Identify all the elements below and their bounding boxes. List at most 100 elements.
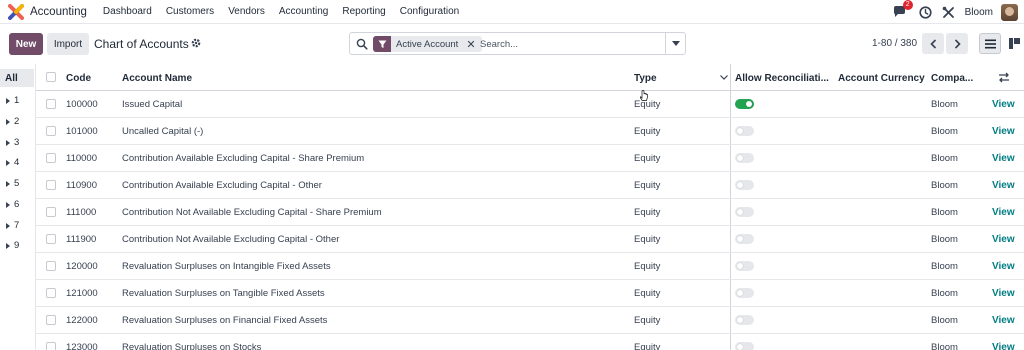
- cell-code[interactable]: 121000: [66, 288, 98, 299]
- reconcile-toggle[interactable]: [735, 99, 754, 109]
- active-account-facet[interactable]: Active Account ✕: [373, 36, 482, 52]
- sidebar-item-5[interactable]: 5: [6, 178, 19, 189]
- cell-company[interactable]: Bloom: [931, 315, 958, 326]
- cell-account-name[interactable]: Uncalled Capital (-): [122, 126, 203, 137]
- accounting-logo-icon[interactable]: [8, 3, 24, 20]
- pager-next-button[interactable]: [946, 33, 968, 54]
- app-name[interactable]: Accounting: [30, 6, 87, 18]
- facet-remove-icon[interactable]: ✕: [466, 38, 475, 51]
- kanban-view-button[interactable]: [1003, 33, 1024, 54]
- cell-company[interactable]: Bloom: [931, 153, 958, 164]
- cell-company[interactable]: Bloom: [931, 342, 958, 350]
- menu-accounting[interactable]: Accounting: [279, 6, 328, 17]
- table-row[interactable]: 100000 Issued Capital Equity Bloom View: [36, 91, 1024, 118]
- new-button[interactable]: New: [9, 33, 43, 55]
- cell-company[interactable]: Bloom: [931, 126, 958, 137]
- sidebar-item-1[interactable]: 1: [6, 95, 19, 106]
- row-checkbox[interactable]: [46, 342, 56, 350]
- row-checkbox[interactable]: [46, 207, 56, 217]
- column-header-type[interactable]: Type: [634, 73, 657, 84]
- cell-type[interactable]: Equity: [634, 180, 660, 191]
- sidebar-item-all[interactable]: All: [0, 69, 34, 87]
- chat-icon[interactable]: 2: [893, 0, 913, 19]
- cell-code[interactable]: 100000: [66, 99, 98, 110]
- table-row[interactable]: 120000 Revaluation Surpluses on Intangibl…: [36, 253, 1024, 280]
- cell-company[interactable]: Bloom: [931, 99, 958, 110]
- cell-type[interactable]: Equity: [634, 261, 660, 272]
- reconcile-toggle[interactable]: [735, 288, 754, 298]
- row-checkbox[interactable]: [46, 99, 56, 109]
- table-row[interactable]: 122000 Revaluation Surpluses on Financial…: [36, 307, 1024, 334]
- table-row[interactable]: 121000 Revaluation Surpluses on Tangible …: [36, 280, 1024, 307]
- column-header-allow-reconciliation[interactable]: Allow Reconciliati...: [735, 73, 829, 84]
- column-header-code[interactable]: Code: [66, 73, 91, 84]
- cell-type[interactable]: Equity: [634, 315, 660, 326]
- row-checkbox[interactable]: [46, 315, 56, 325]
- search-bar[interactable]: Active Account ✕: [349, 32, 686, 55]
- sidebar-item-7[interactable]: 7: [6, 220, 19, 231]
- cell-company[interactable]: Bloom: [931, 288, 958, 299]
- search-input[interactable]: [480, 36, 660, 52]
- cell-company[interactable]: Bloom: [931, 261, 958, 272]
- view-button[interactable]: View: [992, 315, 1015, 326]
- import-button[interactable]: Import: [47, 33, 89, 55]
- column-header-account-currency[interactable]: Account Currency: [838, 73, 925, 84]
- cell-type[interactable]: Equity: [634, 126, 660, 137]
- tools-icon[interactable]: [942, 6, 955, 19]
- cell-account-name[interactable]: Revaluation Surpluses on Financial Fixed…: [122, 315, 327, 326]
- cell-account-name[interactable]: Contribution Not Available Excluding Cap…: [122, 207, 382, 218]
- company-switcher[interactable]: Bloom: [965, 7, 993, 18]
- view-button[interactable]: View: [992, 153, 1015, 164]
- column-header-company[interactable]: Compa...: [931, 73, 973, 84]
- cell-code[interactable]: 123000: [66, 342, 98, 350]
- reconcile-toggle[interactable]: [735, 207, 754, 217]
- menu-dashboard[interactable]: Dashboard: [103, 6, 152, 17]
- view-button[interactable]: View: [992, 126, 1015, 137]
- cell-account-name[interactable]: Contribution Available Excluding Capital…: [122, 180, 322, 191]
- cell-type[interactable]: Equity: [634, 234, 660, 245]
- table-row[interactable]: 101000 Uncalled Capital (-) Equity Bloom Vie…: [36, 118, 1024, 145]
- search-options-toggle[interactable]: [665, 33, 685, 54]
- column-header-account-name[interactable]: Account Name: [122, 73, 192, 84]
- menu-configuration[interactable]: Configuration: [400, 6, 459, 17]
- cell-type[interactable]: Equity: [634, 342, 660, 350]
- cell-account-name[interactable]: Revaluation Surpluses on Intangible Fixe…: [122, 261, 331, 272]
- sidebar-item-4[interactable]: 4: [6, 157, 19, 168]
- table-row[interactable]: 123000 Revaluation Surpluses on Stocks Equ…: [36, 334, 1024, 350]
- select-all-checkbox[interactable]: [46, 72, 56, 82]
- reconcile-toggle[interactable]: [735, 126, 754, 136]
- sidebar-item-6[interactable]: 6: [6, 199, 19, 210]
- reconcile-toggle[interactable]: [735, 180, 754, 190]
- reconcile-toggle[interactable]: [735, 315, 754, 325]
- clock-icon[interactable]: [919, 5, 932, 19]
- pager-previous-button[interactable]: [922, 33, 944, 54]
- cell-account-name[interactable]: Contribution Available Excluding Capital…: [122, 153, 364, 164]
- user-avatar[interactable]: [1001, 3, 1018, 21]
- row-checkbox[interactable]: [46, 288, 56, 298]
- cell-code[interactable]: 120000: [66, 261, 98, 272]
- list-view-button[interactable]: [979, 33, 1001, 54]
- cell-type[interactable]: Equity: [634, 288, 660, 299]
- cell-company[interactable]: Bloom: [931, 234, 958, 245]
- menu-vendors[interactable]: Vendors: [228, 6, 265, 17]
- sidebar-item-2[interactable]: 2: [6, 116, 19, 127]
- view-button[interactable]: View: [992, 99, 1015, 110]
- table-row[interactable]: 111000 Contribution Not Available Excludi…: [36, 199, 1024, 226]
- view-button[interactable]: View: [992, 234, 1015, 245]
- menu-reporting[interactable]: Reporting: [342, 6, 385, 17]
- sidebar-item-9[interactable]: 9: [6, 240, 19, 251]
- cell-code[interactable]: 110000: [66, 153, 97, 164]
- row-checkbox[interactable]: [46, 153, 56, 163]
- cell-account-name[interactable]: Issued Capital: [122, 99, 182, 110]
- cell-code[interactable]: 111000: [66, 207, 96, 218]
- cell-account-name[interactable]: Revaluation Surpluses on Tangible Fixed …: [122, 288, 325, 299]
- cell-code[interactable]: 110900: [66, 180, 97, 191]
- view-button[interactable]: View: [992, 261, 1015, 272]
- cell-code[interactable]: 122000: [66, 315, 98, 326]
- table-row[interactable]: 110900 Contribution Available Excluding C…: [36, 172, 1024, 199]
- menu-customers[interactable]: Customers: [166, 6, 214, 17]
- table-row[interactable]: 111900 Contribution Not Available Excludi…: [36, 226, 1024, 253]
- row-checkbox[interactable]: [46, 180, 56, 190]
- cell-account-name[interactable]: Contribution Not Available Excluding Cap…: [122, 234, 339, 245]
- cell-code[interactable]: 101000: [66, 126, 98, 137]
